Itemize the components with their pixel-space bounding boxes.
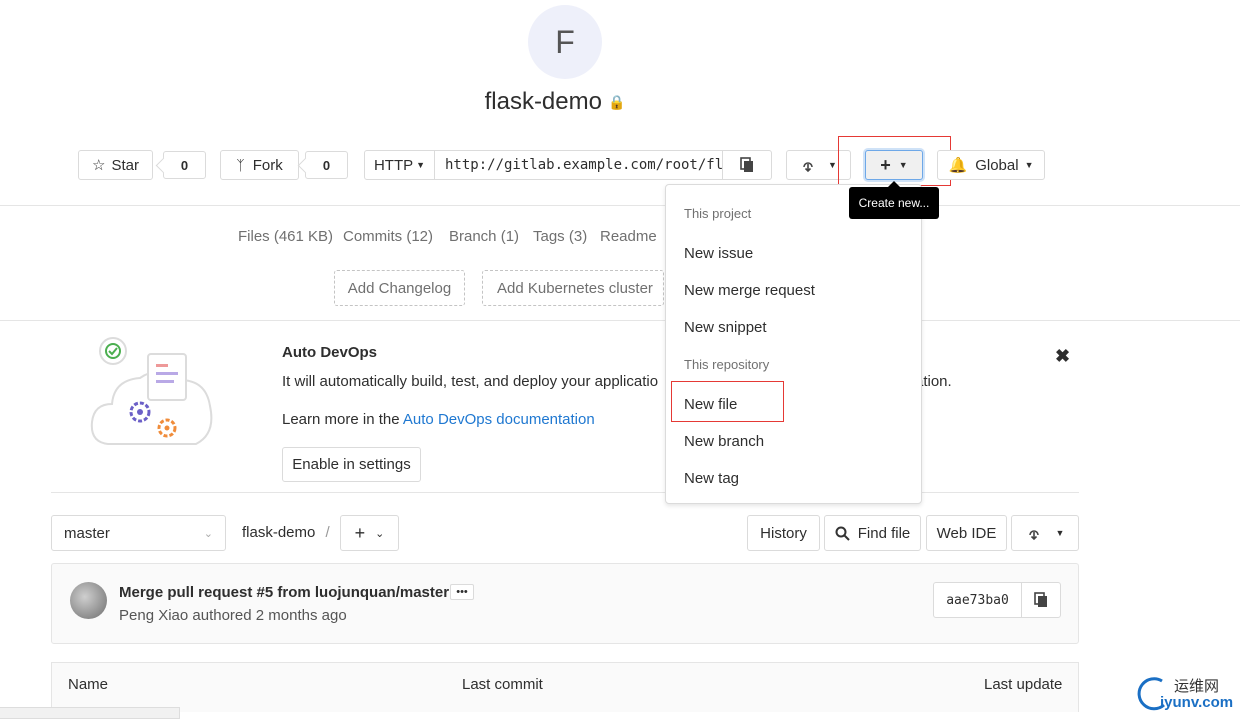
download-button[interactable]: ▼ [1011,515,1079,551]
create-new-dropdown: This project New issue New merge request… [665,184,922,504]
menu-item-new-snippet[interactable]: New snippet [684,319,767,336]
download-icon [803,162,813,173]
enable-in-settings-button[interactable]: Enable in settings [282,447,421,482]
readme-link[interactable]: Readme [600,228,657,245]
divider [51,492,1079,493]
chevron-down-icon: ⌄ [203,527,213,540]
project-name[interactable]: flask-demo [485,88,602,115]
column-header-last-update: Last update [984,676,1063,693]
breadcrumb-project[interactable]: flask-demo [242,524,315,541]
column-header-name: Name [68,676,109,693]
divider [0,205,1240,206]
branch-link[interactable]: Branch (1) [449,228,519,245]
caret-down-icon: ▼ [1024,160,1034,170]
fork-icon: ᛉ [236,157,245,173]
notification-dropdown[interactable]: 🔔 Global ▼ [937,150,1045,180]
caret-down-icon: ▼ [828,160,837,170]
clone-protocol-dropdown[interactable]: HTTP ▼ [365,151,435,179]
caret-down-icon: ▼ [416,160,426,170]
star-button[interactable]: ☆ Star [78,150,153,180]
search-icon [835,526,850,541]
divider [0,320,1240,321]
devops-docs-link[interactable]: Auto DevOps documentation [403,411,595,428]
devops-learn-more: Learn more in the Auto DevOps documentat… [282,411,595,428]
menu-item-new-file[interactable]: New file [684,396,737,413]
project-title-row: flask-demo 🔒 [0,88,1110,116]
commit-meta: Peng Xiao authored 2 months ago [119,607,347,624]
fork-count[interactable]: 0 [305,151,348,179]
watermark-cn: 运维网 [1174,677,1220,695]
clipboard-icon [740,157,753,172]
file-table-header [51,662,1079,712]
commit-sha[interactable]: aae73ba0 [934,583,1022,617]
menu-item-new-branch[interactable]: New branch [684,433,764,450]
column-header-last-commit: Last commit [462,676,543,693]
chevron-down-icon: ⌄ [375,527,385,540]
bell-icon: 🔔 [948,157,968,174]
files-link[interactable]: Files (461 KB) [238,228,333,245]
last-commit-panel [51,563,1079,644]
branch-select[interactable]: master ⌄ [51,515,226,551]
caret-down-icon: ▼ [1055,528,1065,538]
devops-description: It will automatically build, test, and d… [282,373,659,390]
learn-more-text: Learn more in the [282,411,400,428]
star-icon: ☆ [92,157,106,174]
notification-label: Global [975,156,1019,174]
caret-down-icon: ▼ [898,160,908,170]
commit-expand-button[interactable]: ••• [450,584,474,600]
avatar[interactable] [70,582,107,619]
dropdown-header-project: This project [684,206,752,221]
history-button[interactable]: History [747,515,820,551]
project-avatar: F [528,5,602,79]
fork-button[interactable]: ᛉ Fork [220,150,299,180]
copy-url-button[interactable] [723,151,771,179]
watermark-logo: 运维网 iyunv.com [1136,673,1236,715]
breadcrumb: flask-demo / [242,524,330,541]
menu-item-new-tag[interactable]: New tag [684,470,739,487]
menu-item-new-merge-request[interactable]: New merge request [684,282,815,299]
star-label: Star [111,156,139,174]
create-new-tooltip: Create new... [849,181,939,219]
tags-link[interactable]: Tags (3) [533,228,587,245]
create-new-button[interactable]: + ▼ [865,150,923,180]
ellipsis-icon: ••• [456,586,468,598]
breadcrumb-separator: / [325,524,330,541]
devops-title: Auto DevOps [282,344,378,361]
clone-url-input[interactable]: http://gitlab.example.com/root/flask-dem… [435,151,723,179]
add-kubernetes-button[interactable]: Add Kubernetes cluster [482,270,664,306]
devops-illustration-icon [90,337,213,445]
fork-label: Fork [252,156,283,174]
find-file-label: Find file [857,524,911,542]
menu-item-new-issue[interactable]: New issue [684,245,753,262]
download-icon [1028,530,1039,541]
close-icon[interactable]: ✖ [1055,346,1070,367]
web-ide-button[interactable]: Web IDE [926,515,1007,551]
clone-protocol-label: HTTP [373,156,414,174]
dropdown-header-repository: This repository [684,357,770,372]
copy-sha-button[interactable] [1022,583,1060,617]
commit-title[interactable]: Merge pull request #5 from luojunquan/ma… [119,584,449,601]
add-changelog-button[interactable]: Add Changelog [334,270,465,306]
find-file-button[interactable]: Find file [824,515,921,551]
commits-link[interactable]: Commits (12) [343,228,433,245]
plus-icon: + [880,154,891,175]
tree-add-button[interactable]: + ⌄ [340,515,399,551]
watermark-en: iyunv.com [1160,694,1234,711]
lock-icon: 🔒 [607,94,626,111]
branch-select-value: master [64,524,110,542]
horizontal-scrollbar[interactable] [0,707,180,719]
commit-sha-group: aae73ba0 [933,582,1061,618]
clipboard-icon [1034,592,1047,607]
star-count[interactable]: 0 [163,151,206,179]
plus-icon: + [354,522,366,543]
clone-url-group: HTTP ▼ http://gitlab.example.com/root/fl… [364,150,772,180]
